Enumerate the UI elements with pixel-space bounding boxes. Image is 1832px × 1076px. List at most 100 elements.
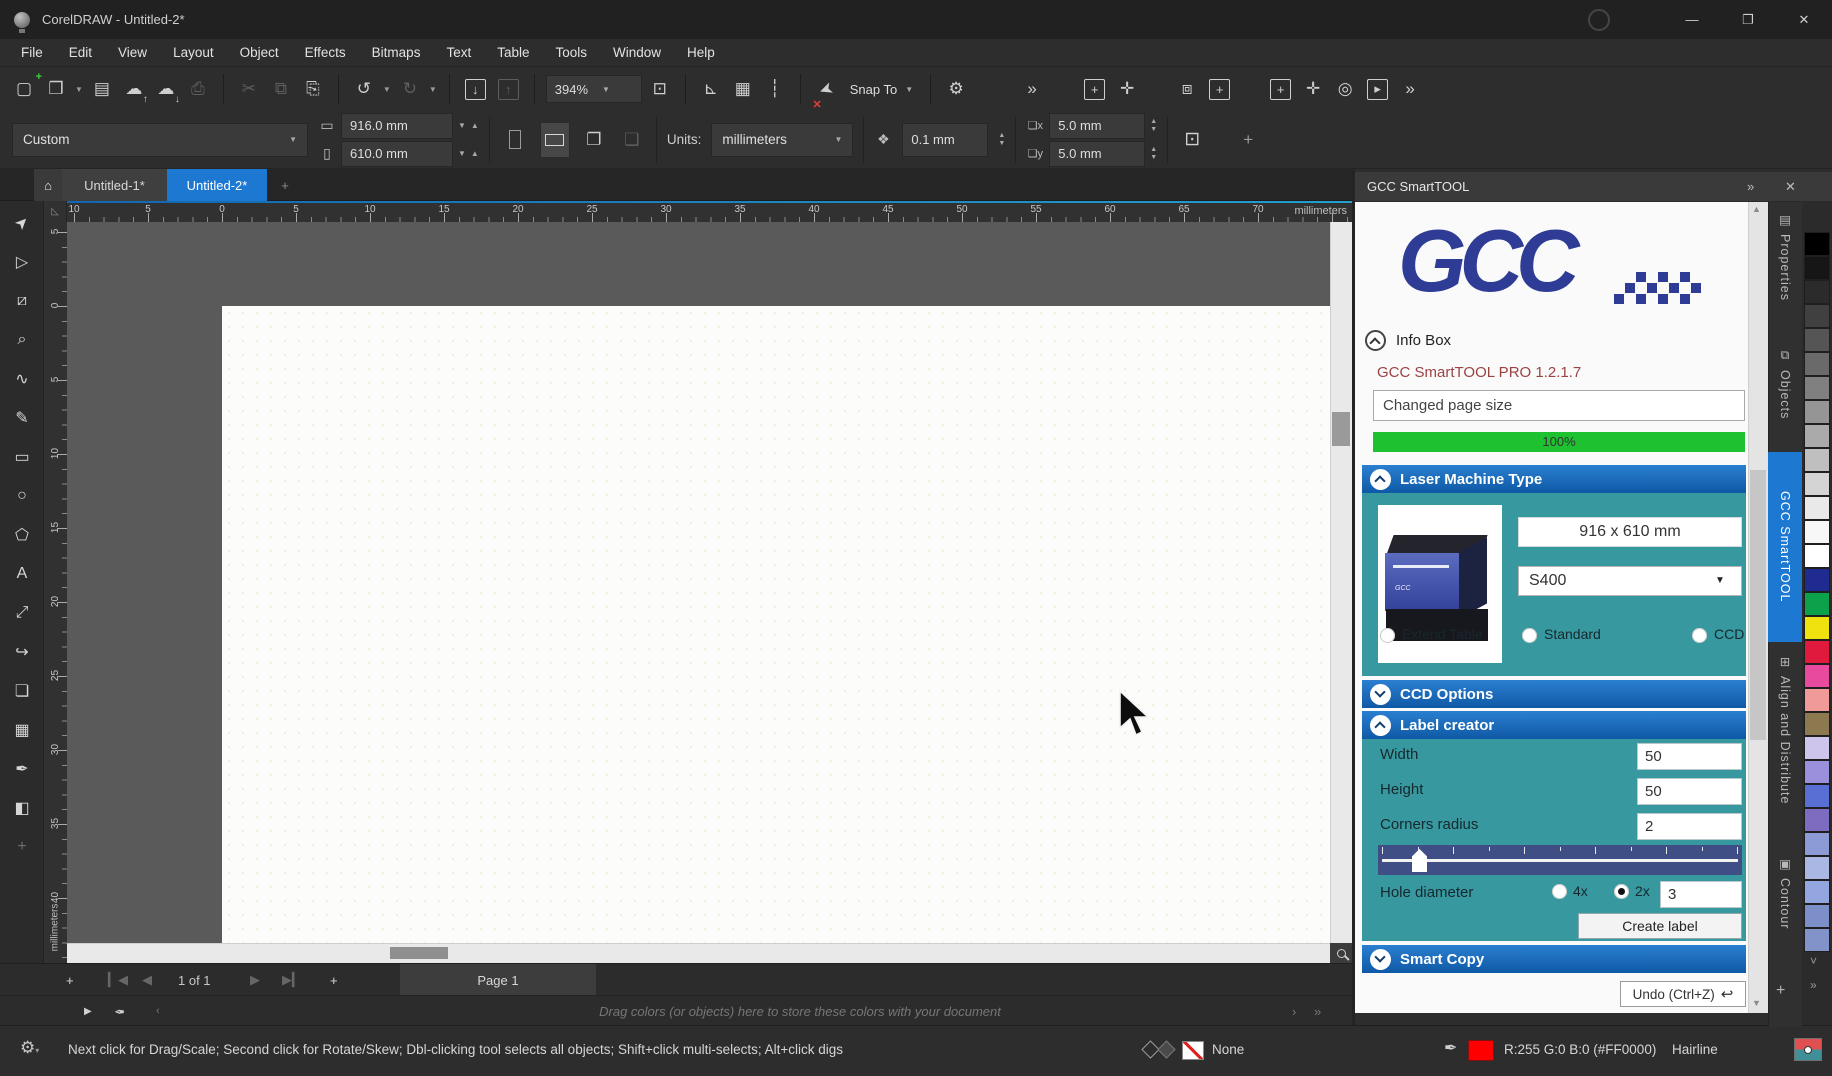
radio-hole-2x[interactable] bbox=[1614, 884, 1629, 899]
options-gear-icon[interactable]: ⚙ bbox=[942, 75, 970, 103]
restore-button[interactable]: ❐ bbox=[1720, 0, 1776, 39]
drop-shadow-tool[interactable]: ❏ bbox=[8, 677, 36, 705]
color-swatch[interactable] bbox=[1804, 856, 1830, 880]
vertical-scrollbar[interactable] bbox=[1330, 222, 1352, 943]
transparency-tool[interactable]: ▦ bbox=[8, 716, 36, 744]
undo-button[interactable]: Undo (Ctrl+Z)↩ bbox=[1620, 981, 1746, 1007]
units-dropdown[interactable]: millimeters▼ bbox=[711, 123, 853, 157]
docker-tab-properties[interactable]: ▤Properties bbox=[1768, 212, 1802, 334]
launch-new-doc3-icon[interactable]: + bbox=[1270, 79, 1291, 100]
document-page[interactable] bbox=[222, 306, 1330, 943]
horizontal-ruler[interactable]: millimeters 1050510152025303540455055606… bbox=[67, 201, 1355, 222]
vertical-scrollbar-thumb[interactable] bbox=[1332, 412, 1350, 446]
docker-close-icon[interactable]: ✕ bbox=[1785, 179, 1796, 195]
field-input-width[interactable]: 50 bbox=[1637, 743, 1742, 770]
radio-standard[interactable] bbox=[1522, 628, 1537, 643]
video-tutorials-icon[interactable]: ▸ bbox=[1367, 79, 1388, 100]
zoom-level-dropdown[interactable]: 394%▼ bbox=[546, 75, 642, 103]
color-swatch[interactable] bbox=[1804, 760, 1830, 784]
color-swatch[interactable] bbox=[1804, 544, 1830, 568]
palette-scroll-down-icon[interactable]: ˅ bbox=[1810, 954, 1817, 968]
all-pages-icon[interactable]: ❐ bbox=[580, 126, 608, 154]
page-tab[interactable]: Page 1 bbox=[400, 964, 596, 996]
width-spin-down-icon[interactable]: ▼ bbox=[458, 121, 466, 130]
height-spin-down-icon[interactable]: ▼ bbox=[458, 149, 466, 158]
image-adjust-icon[interactable] bbox=[1794, 1038, 1822, 1061]
menu-view[interactable]: View bbox=[105, 39, 160, 67]
grid-icon[interactable]: ▦ bbox=[729, 75, 757, 103]
launch-crosshair-icon[interactable]: ✛ bbox=[1113, 75, 1141, 103]
outline-indicator-icon[interactable] bbox=[1157, 1040, 1175, 1058]
menu-edit[interactable]: Edit bbox=[56, 39, 105, 67]
radio-ccd[interactable] bbox=[1692, 628, 1707, 643]
machine-model-dropdown[interactable]: S400 ▼ bbox=[1518, 566, 1742, 596]
color-swatch[interactable] bbox=[1804, 808, 1830, 832]
radio-extend-table[interactable] bbox=[1380, 628, 1395, 643]
menu-window[interactable]: Window bbox=[600, 39, 674, 67]
label-creator-header[interactable]: Label creator bbox=[1362, 711, 1746, 739]
current-page-icon[interactable]: ❑ bbox=[618, 126, 646, 154]
palette-scroll-right-icon[interactable]: › bbox=[1292, 996, 1296, 1026]
docker-tab-objects[interactable]: ⧉Objects bbox=[1768, 348, 1802, 444]
color-swatch[interactable] bbox=[1804, 616, 1830, 640]
document-tab-1[interactable]: Untitled-1* bbox=[62, 169, 167, 201]
landscape-button[interactable] bbox=[540, 122, 570, 158]
zoom-tool[interactable]: ⌕ bbox=[8, 326, 36, 354]
collapse-laser-icon[interactable] bbox=[1370, 469, 1391, 490]
launcher-overflow-icon[interactable]: » bbox=[1396, 75, 1424, 103]
launch-3d-icon[interactable]: ⧈ bbox=[1173, 75, 1201, 103]
color-swatch[interactable] bbox=[1804, 928, 1830, 952]
page-preset-dropdown[interactable]: Custom▼ bbox=[12, 123, 308, 157]
palette-collapse-icon[interactable]: ‹ bbox=[156, 996, 160, 1026]
palette-expand-icon[interactable]: » bbox=[1314, 996, 1321, 1026]
color-swatch[interactable] bbox=[1804, 496, 1830, 520]
connector-tool[interactable]: ↪ bbox=[8, 638, 36, 666]
shape-tool[interactable]: ▷ bbox=[8, 248, 36, 276]
color-swatch[interactable] bbox=[1804, 520, 1830, 544]
import-icon[interactable]: ↓ bbox=[465, 79, 486, 100]
guidelines-icon[interactable]: ┆ bbox=[761, 75, 789, 103]
docker-tab-contour[interactable]: ▣Contour bbox=[1768, 856, 1802, 974]
eyedropper-tool[interactable]: ✒ bbox=[8, 755, 36, 783]
field-input-height[interactable]: 50 bbox=[1637, 778, 1742, 805]
next-page-icon[interactable]: ▶ bbox=[250, 964, 260, 996]
ellipse-tool[interactable]: ○ bbox=[8, 482, 36, 510]
corner-radius-slider[interactable] bbox=[1378, 845, 1742, 875]
color-swatch[interactable] bbox=[1804, 832, 1830, 856]
text-tool[interactable]: A bbox=[8, 560, 36, 588]
new-document-icon[interactable]: ▢+ bbox=[10, 75, 38, 103]
panel-scroll-down-icon[interactable]: ▼ bbox=[1752, 998, 1761, 1008]
color-swatch[interactable] bbox=[1804, 448, 1830, 472]
panel-scrollbar-thumb[interactable] bbox=[1750, 470, 1766, 740]
collapse-label-icon[interactable] bbox=[1370, 715, 1391, 736]
treat-as-filled-icon[interactable]: ⊡ bbox=[1178, 126, 1206, 154]
duplicate-x-field[interactable]: 5.0 mm bbox=[1049, 113, 1145, 139]
vertical-ruler[interactable]: millimeters 50510152025303540 bbox=[44, 222, 67, 963]
info-box-header[interactable]: Info Box bbox=[1365, 330, 1451, 351]
color-swatch[interactable] bbox=[1804, 472, 1830, 496]
color-swatch[interactable] bbox=[1804, 256, 1830, 280]
paste-icon[interactable]: ⎘ bbox=[299, 75, 327, 103]
ruler-origin[interactable]: ◺ bbox=[44, 201, 67, 222]
save-icon[interactable]: ▤ bbox=[88, 75, 116, 103]
prev-page-icon[interactable]: ◀ bbox=[142, 964, 152, 996]
cloud-upload-icon[interactable]: ☁↑ bbox=[120, 75, 148, 103]
menu-layout[interactable]: Layout bbox=[160, 39, 227, 67]
launch-new-doc-icon[interactable]: + bbox=[1084, 79, 1105, 100]
new-document-tab-button[interactable]: + bbox=[272, 169, 298, 201]
color-swatch[interactable] bbox=[1804, 736, 1830, 760]
menu-effects[interactable]: Effects bbox=[292, 39, 359, 67]
color-swatch[interactable] bbox=[1804, 352, 1830, 376]
laser-machine-type-header[interactable]: Laser Machine Type bbox=[1362, 465, 1746, 493]
height-spin-up-icon[interactable]: ▲ bbox=[471, 149, 479, 158]
color-swatch[interactable] bbox=[1804, 232, 1830, 256]
minimize-button[interactable]: — bbox=[1664, 0, 1720, 39]
add-docker-button[interactable]: + bbox=[1776, 982, 1785, 1000]
color-swatch[interactable] bbox=[1804, 640, 1830, 664]
status-gear-icon[interactable]: ⚙▾ bbox=[20, 1038, 39, 1058]
launch-crosshair2-icon[interactable]: ✛ bbox=[1299, 75, 1327, 103]
rulers-icon[interactable]: ⊾ bbox=[697, 75, 725, 103]
pick-tool[interactable]: ➤ bbox=[2, 203, 42, 243]
color-swatch[interactable] bbox=[1804, 376, 1830, 400]
nudge-spinner[interactable]: ▲▼ bbox=[998, 132, 1005, 148]
